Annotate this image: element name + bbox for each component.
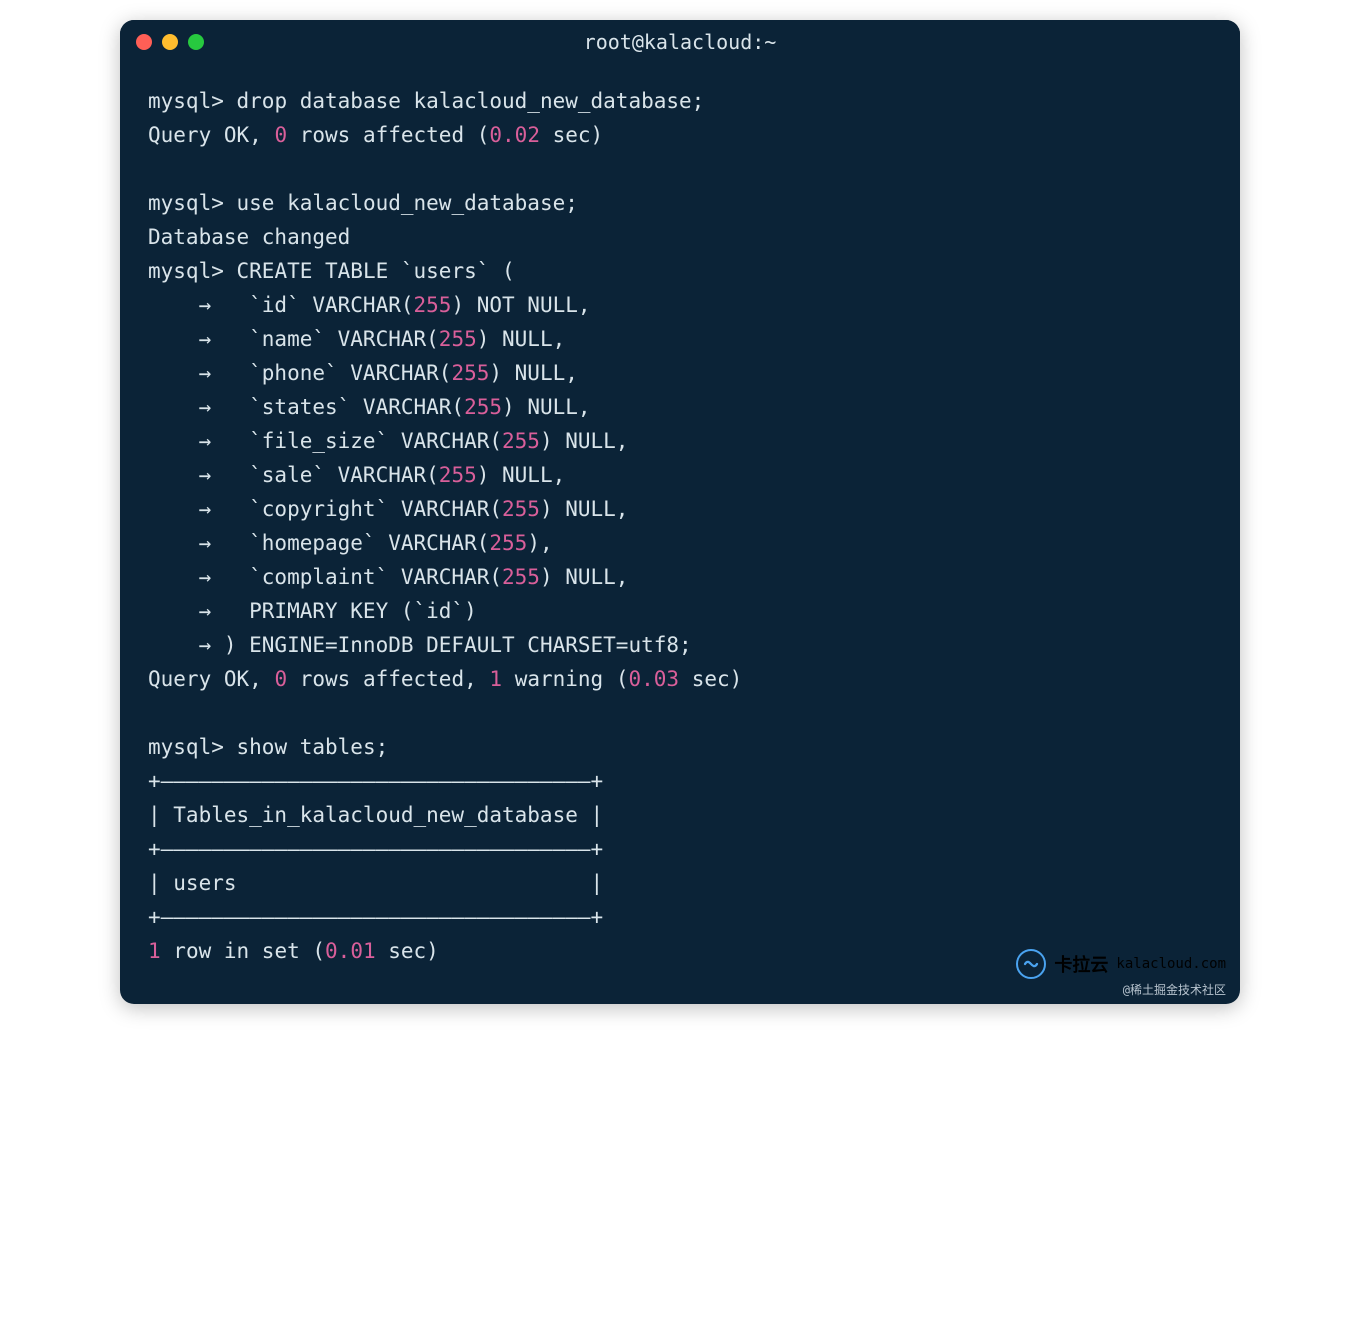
number-literal: 0 <box>274 667 287 691</box>
table-border: +——————————————————————————————————+ <box>148 832 1212 866</box>
mysql-prompt: mysql> <box>148 735 224 759</box>
number-literal: 255 <box>451 361 489 385</box>
number-literal: 255 <box>489 531 527 555</box>
continuation-line: → `homepage` VARCHAR(255), <box>148 526 1212 560</box>
number-literal: 1 <box>489 667 502 691</box>
continuation-arrow-icon: → <box>148 565 211 589</box>
number-literal: 255 <box>502 429 540 453</box>
prompt-line: mysql> show tables; <box>148 730 1212 764</box>
window-title: root@kalacloud:~ <box>120 30 1240 54</box>
mysql-prompt: mysql> <box>148 89 224 113</box>
query-ok-line: Query OK, 0 rows affected, 1 warning (0.… <box>148 662 1212 696</box>
close-icon[interactable] <box>136 34 152 50</box>
output-line: Database changed <box>148 220 1212 254</box>
number-literal: 0.01 <box>325 939 376 963</box>
maximize-icon[interactable] <box>188 34 204 50</box>
continuation-arrow-icon: → <box>148 531 211 555</box>
continuation-line: → ) ENGINE=InnoDB DEFAULT CHARSET=utf8; <box>148 628 1212 662</box>
number-literal: 0.03 <box>628 667 679 691</box>
table-border: +——————————————————————————————————+ <box>148 764 1212 798</box>
minimize-icon[interactable] <box>162 34 178 50</box>
continuation-arrow-icon: → <box>148 293 211 317</box>
continuation-line: → `name` VARCHAR(255) NULL, <box>148 322 1212 356</box>
watermark-sub: @稀土掘金技术社区 <box>1016 981 1226 998</box>
number-literal: 255 <box>502 565 540 589</box>
continuation-line: → PRIMARY KEY (`id`) <box>148 594 1212 628</box>
mysql-prompt: mysql> <box>148 191 224 215</box>
continuation-line: → `states` VARCHAR(255) NULL, <box>148 390 1212 424</box>
command-text: use kalacloud_new_database; <box>237 191 578 215</box>
blank-line <box>148 152 1212 186</box>
watermark: 卡拉云 kalacloud.com @稀土掘金技术社区 <box>1016 949 1226 998</box>
number-literal: 255 <box>439 463 477 487</box>
table-border: +——————————————————————————————————+ <box>148 900 1212 934</box>
table-header: | Tables_in_kalacloud_new_database | <box>148 798 1212 832</box>
prompt-line: mysql> CREATE TABLE `users` ( <box>148 254 1212 288</box>
continuation-arrow-icon: → <box>148 361 211 385</box>
continuation-arrow-icon: → <box>148 327 211 351</box>
number-literal: 1 <box>148 939 161 963</box>
number-literal: 255 <box>439 327 477 351</box>
continuation-arrow-icon: → <box>148 497 211 521</box>
watermark-brand-cn: 卡拉云 <box>1054 951 1108 977</box>
continuation-arrow-icon: → <box>148 395 211 419</box>
command-text: CREATE TABLE `users` ( <box>237 259 515 283</box>
continuation-line: → `sale` VARCHAR(255) NULL, <box>148 458 1212 492</box>
continuation-line: → `id` VARCHAR(255) NOT NULL, <box>148 288 1212 322</box>
titlebar: root@kalacloud:~ <box>120 20 1240 64</box>
number-literal: 0.02 <box>489 123 540 147</box>
traffic-lights <box>136 34 204 50</box>
prompt-line: mysql> use kalacloud_new_database; <box>148 186 1212 220</box>
command-text: drop database kalacloud_new_database; <box>237 89 705 113</box>
terminal-body[interactable]: mysql> drop database kalacloud_new_datab… <box>120 64 1240 1004</box>
continuation-line: → `phone` VARCHAR(255) NULL, <box>148 356 1212 390</box>
number-literal: 255 <box>502 497 540 521</box>
command-text: show tables; <box>237 735 389 759</box>
number-literal: 255 <box>464 395 502 419</box>
continuation-arrow-icon: → <box>148 463 211 487</box>
mysql-prompt: mysql> <box>148 259 224 283</box>
continuation-arrow-icon: → <box>148 599 211 623</box>
continuation-arrow-icon: → <box>148 633 211 657</box>
terminal-window: root@kalacloud:~ mysql> drop database ka… <box>120 20 1240 1004</box>
number-literal: 0 <box>274 123 287 147</box>
prompt-line: mysql> drop database kalacloud_new_datab… <box>148 84 1212 118</box>
blank-line <box>148 696 1212 730</box>
number-literal: 255 <box>414 293 452 317</box>
logo-icon <box>1016 949 1046 979</box>
continuation-line: → `copyright` VARCHAR(255) NULL, <box>148 492 1212 526</box>
table-row: | users | <box>148 866 1212 900</box>
watermark-brand-en: kalacloud.com <box>1116 956 1226 972</box>
continuation-line: → `complaint` VARCHAR(255) NULL, <box>148 560 1212 594</box>
query-ok-line: Query OK, 0 rows affected (0.02 sec) <box>148 118 1212 152</box>
continuation-arrow-icon: → <box>148 429 211 453</box>
continuation-line: → `file_size` VARCHAR(255) NULL, <box>148 424 1212 458</box>
